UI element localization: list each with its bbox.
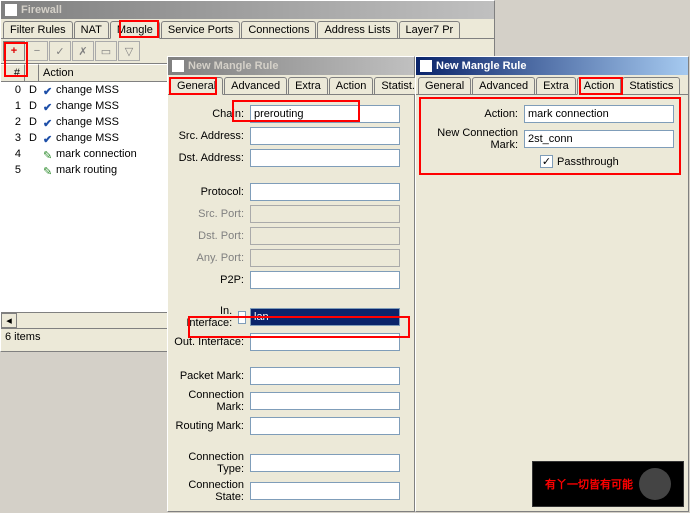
window-icon [5, 4, 17, 16]
tab-connections[interactable]: Connections [241, 21, 316, 38]
new-connection-mark-input[interactable] [524, 130, 674, 148]
col-num[interactable]: # [1, 64, 25, 81]
protocol-input[interactable] [250, 183, 400, 201]
p2p-label: P2P: [172, 274, 250, 286]
passthrough-label: Passthrough [557, 156, 619, 168]
p2p-input[interactable] [250, 271, 400, 289]
connection-mark-label: Connection Mark: [172, 389, 250, 413]
remove-button[interactable]: − [26, 41, 48, 61]
disable-button[interactable]: ✗ [72, 41, 94, 61]
action-label: Action: [420, 108, 524, 120]
window-title: Firewall [21, 4, 62, 16]
rule-general-window: New Mangle Rule General Advanced Extra A… [167, 56, 415, 512]
dst-address-input[interactable] [250, 149, 400, 167]
chain-input[interactable] [250, 105, 400, 123]
protocol-label: Protocol: [172, 186, 250, 198]
tab-action[interactable]: Action [577, 77, 622, 95]
check-icon: ✔ [43, 117, 53, 127]
dst-port-input [250, 227, 400, 245]
in-interface-input[interactable] [250, 308, 400, 326]
avatar-icon [639, 468, 671, 500]
tab-service-ports[interactable]: Service Ports [161, 21, 240, 38]
connection-mark-input[interactable] [250, 392, 400, 410]
rule-general-tabs: General Advanced Extra Action Statist... [168, 75, 414, 95]
col-flag[interactable] [25, 64, 39, 81]
out-interface-input[interactable] [250, 333, 400, 351]
dst-port-label: Dst. Port: [172, 230, 250, 242]
dst-address-label: Dst. Address: [172, 152, 250, 164]
pencil-icon: ✎ [43, 149, 53, 159]
connection-type-input[interactable] [250, 454, 400, 472]
rule-general-titlebar: New Mangle Rule [168, 57, 414, 75]
chain-label: Chain: [172, 108, 250, 120]
check-icon: ✔ [43, 85, 53, 95]
connection-type-label: Connection Type: [172, 451, 250, 475]
packet-mark-label: Packet Mark: [172, 370, 250, 382]
comment-button[interactable]: ▭ [95, 41, 117, 61]
window-icon [172, 60, 184, 72]
window-title: New Mangle Rule [188, 60, 278, 72]
add-button[interactable]: + [3, 41, 25, 61]
tab-nat[interactable]: NAT [74, 21, 109, 38]
check-icon: ✔ [43, 133, 53, 143]
src-port-input [250, 205, 400, 223]
tab-extra[interactable]: Extra [536, 77, 576, 94]
tab-stats[interactable]: Statistics [622, 77, 680, 94]
tab-general[interactable]: General [170, 77, 223, 95]
connection-state-input[interactable] [250, 482, 400, 500]
check-icon: ✔ [43, 101, 53, 111]
window-icon [420, 60, 432, 72]
tab-mangle[interactable]: Mangle [110, 21, 160, 39]
src-address-label: Src. Address: [172, 130, 250, 142]
firewall-titlebar: Firewall [1, 1, 494, 19]
src-port-label: Src. Port: [172, 208, 250, 220]
routing-mark-input[interactable] [250, 417, 400, 435]
firewall-tabs: Filter Rules NAT Mangle Service Ports Co… [1, 19, 494, 39]
connection-state-label: Connection State: [172, 479, 250, 503]
tab-layer7[interactable]: Layer7 Pr [399, 21, 461, 38]
new-connection-mark-label: New Connection Mark: [420, 127, 524, 151]
out-interface-label: Out. Interface: [172, 336, 250, 348]
tab-advanced[interactable]: Advanced [472, 77, 535, 94]
enable-button[interactable]: ✓ [49, 41, 71, 61]
window-title: New Mangle Rule [436, 60, 526, 72]
routing-mark-label: Routing Mark: [172, 420, 250, 432]
rule-action-titlebar: New Mangle Rule [416, 57, 688, 75]
any-port-label: Any. Port: [172, 252, 250, 264]
tab-general[interactable]: General [418, 77, 471, 94]
src-address-input[interactable] [250, 127, 400, 145]
rule-action-tabs: General Advanced Extra Action Statistics [416, 75, 688, 95]
tab-advanced[interactable]: Advanced [224, 77, 287, 94]
tab-filter-rules[interactable]: Filter Rules [3, 21, 73, 38]
pencil-icon: ✎ [43, 165, 53, 175]
watermark: 有丫一切皆有可能 [532, 461, 684, 507]
filter-button[interactable]: ▽ [118, 41, 140, 61]
passthrough-checkbox[interactable]: ✓ [540, 155, 553, 168]
tab-action[interactable]: Action [329, 77, 374, 94]
form-body: Action: New Connection Mark: ✓ Passthroug… [416, 95, 688, 178]
packet-mark-input[interactable] [250, 367, 400, 385]
in-interface-label: In. Interface: [172, 305, 238, 329]
rule-action-window: New Mangle Rule General Advanced Extra A… [415, 56, 689, 512]
action-input[interactable] [524, 105, 674, 123]
any-port-input [250, 249, 400, 267]
tab-extra[interactable]: Extra [288, 77, 328, 94]
tab-address-lists[interactable]: Address Lists [317, 21, 397, 38]
form-body: Chain: Src. Address: Dst. Address: Proto… [168, 95, 414, 513]
in-interface-not-checkbox[interactable] [238, 311, 246, 324]
